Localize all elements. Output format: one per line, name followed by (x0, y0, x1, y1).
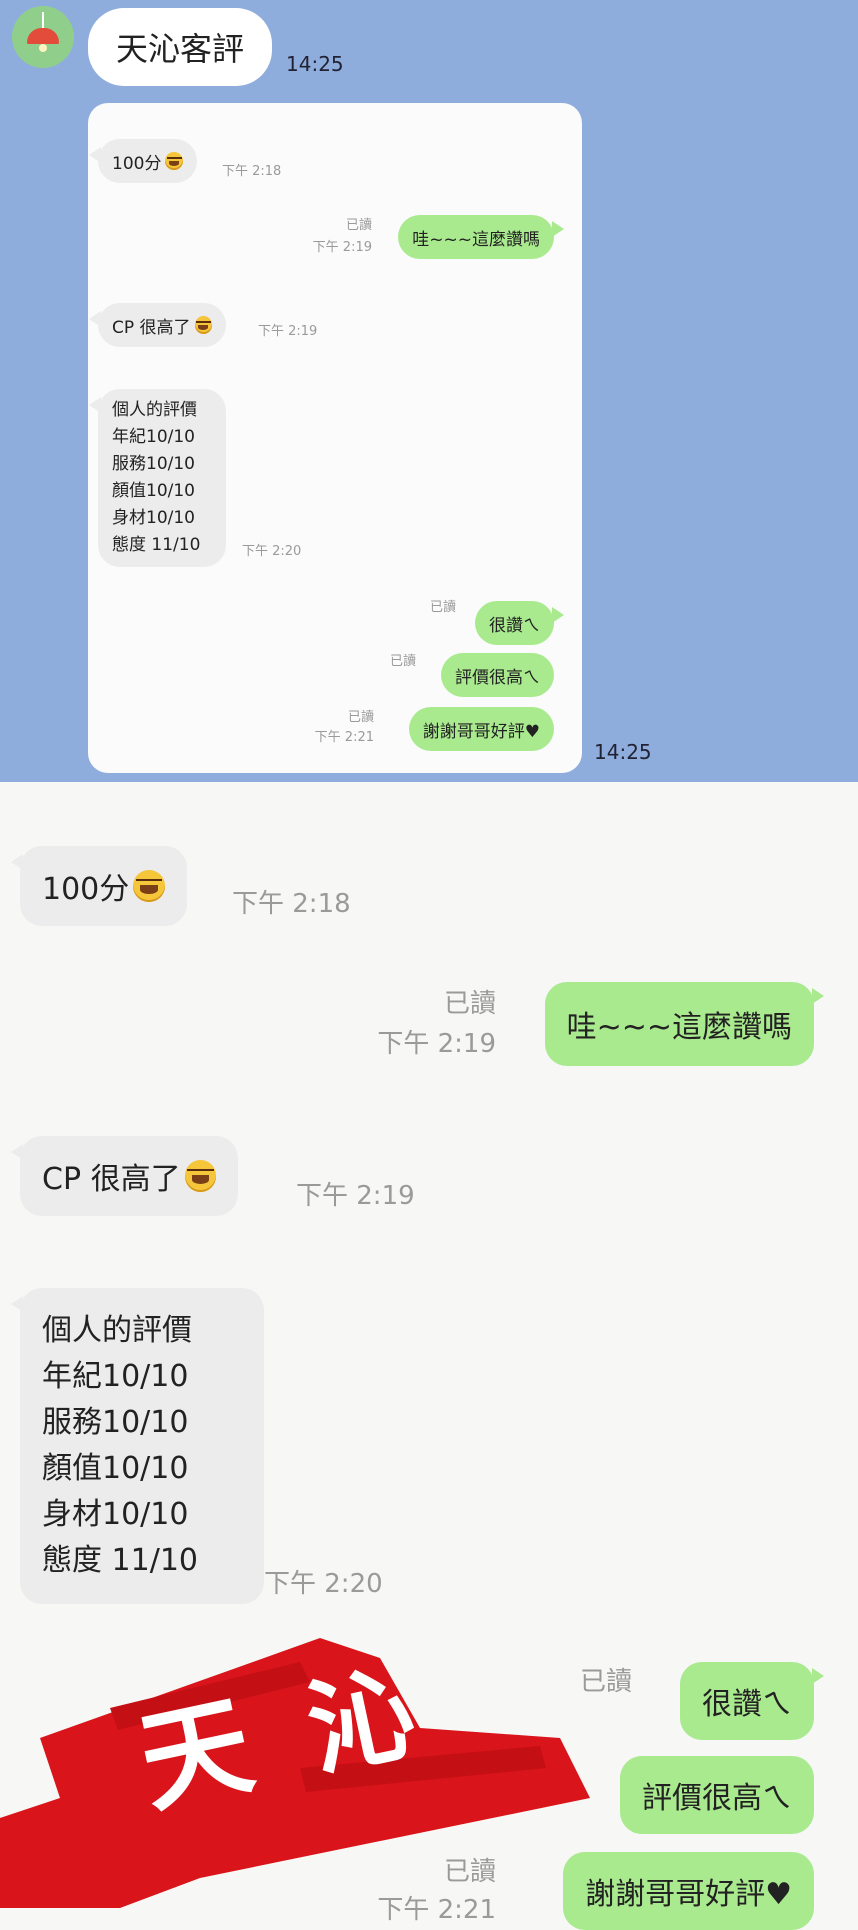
brush-stamp: 天 沁 (0, 1618, 600, 1908)
message-bubble[interactable]: 評價很高ㄟ (620, 1756, 814, 1834)
message-bubble[interactable]: 哇~~~這麼讚嗎 (398, 215, 564, 259)
message-bubble[interactable]: 100分 (88, 139, 198, 183)
message-bubble[interactable]: 評價很高ㄟ (441, 653, 554, 697)
message-time: 下午 2:21 (314, 730, 374, 745)
read-receipt: 已讀 (429, 600, 456, 615)
message-time: 下午 2:19 (296, 1181, 415, 1211)
laughing-emoji-icon (133, 870, 165, 902)
card-time: 14:25 (594, 740, 652, 764)
message-bubble[interactable]: 很讚ㄟ (475, 601, 564, 645)
message-time: 下午 2:19 (312, 240, 372, 255)
message-time: 下午 2:20 (264, 1569, 383, 1599)
message-time: 下午 2:18 (222, 164, 282, 179)
message-time: 下午 2:18 (232, 889, 351, 919)
message-bubble[interactable]: 謝謝哥哥好評♥ (563, 1852, 814, 1930)
title-time: 14:25 (286, 52, 344, 76)
read-receipt: 已讀 (347, 710, 374, 725)
screenshot-card[interactable]: 100分 下午 2:18 已讀 下午 2:19 哇~~~這麼讚嗎 CP 很高了 … (88, 103, 582, 773)
lamp-icon (27, 28, 59, 44)
read-receipt: 已讀 (443, 989, 496, 1019)
read-receipt: 已讀 (345, 218, 372, 233)
message-bubble[interactable]: 哇~~~這麼讚嗎 (544, 982, 825, 1066)
chat-title[interactable]: 天沁客評 (88, 8, 272, 86)
avatar[interactable] (12, 6, 74, 68)
message-time: 下午 2:19 (377, 1029, 496, 1059)
laughing-emoji-icon (165, 152, 184, 170)
message-bubble[interactable]: 很讚ㄟ (680, 1662, 824, 1740)
message-bubble[interactable]: 個人的評價 年紀10/10 服務10/10 顏值10/10 身材10/10 態度… (89, 389, 226, 567)
message-time: 下午 2:20 (242, 544, 302, 559)
brush-stroke-graphic: 天 沁 (0, 1638, 590, 1908)
laughing-emoji-icon (194, 316, 213, 334)
laughing-emoji-icon (184, 1160, 217, 1192)
message-bubble[interactable]: 個人的評價 年紀10/10 服務10/10 顏值10/10 身材10/10 態度… (11, 1288, 264, 1604)
preview-panel: 天沁客評 14:25 100分 下午 2:18 已讀 下午 2:19 哇~~~這… (0, 0, 858, 782)
message-bubble[interactable]: CP 很高了 (88, 303, 227, 347)
message-bubble[interactable]: 100分 (11, 846, 187, 926)
message-bubble[interactable]: 謝謝哥哥好評♥ (408, 707, 554, 751)
message-bubble[interactable]: CP 很高了 (10, 1136, 239, 1216)
read-receipt: 已讀 (389, 654, 416, 669)
message-time: 下午 2:19 (258, 324, 318, 339)
